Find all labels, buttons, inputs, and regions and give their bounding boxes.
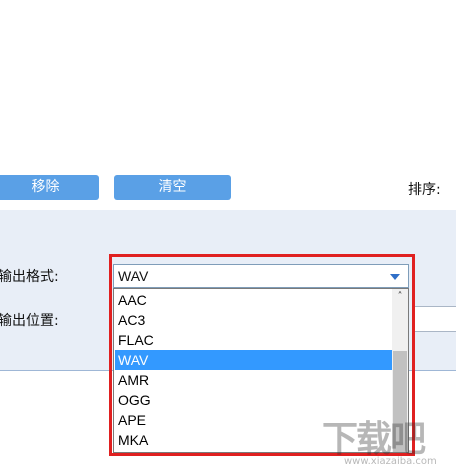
output-format-selected-value: WAV <box>118 268 149 284</box>
chevron-down-icon[interactable] <box>390 274 400 280</box>
output-format-label: 输出格式: <box>0 269 59 285</box>
remove-button[interactable]: 移除 <box>0 175 99 200</box>
format-option-ac3[interactable]: AC3 <box>115 310 393 330</box>
watermark-logo: 下载吧 www.xiazaiba.com <box>322 410 454 470</box>
format-option-ogg[interactable]: OGG <box>115 390 393 410</box>
watermark-url: www.xiazaiba.com <box>344 456 437 467</box>
format-option-wav[interactable]: WAV <box>115 350 393 370</box>
watermark-text: 下载吧 <box>322 419 426 460</box>
output-location-label: 输出位置: <box>0 313 59 329</box>
format-option-flac[interactable]: FLAC <box>115 330 393 350</box>
output-location-field[interactable] <box>412 306 456 332</box>
format-option-aac[interactable]: AAC <box>115 290 393 310</box>
format-option-amr[interactable]: AMR <box>115 370 393 390</box>
output-format-select[interactable]: WAV <box>113 264 409 288</box>
chevron-up-icon[interactable]: ˄ <box>392 289 408 305</box>
sort-label: 排序: <box>408 182 441 198</box>
clear-button[interactable]: 清空 <box>114 175 231 200</box>
